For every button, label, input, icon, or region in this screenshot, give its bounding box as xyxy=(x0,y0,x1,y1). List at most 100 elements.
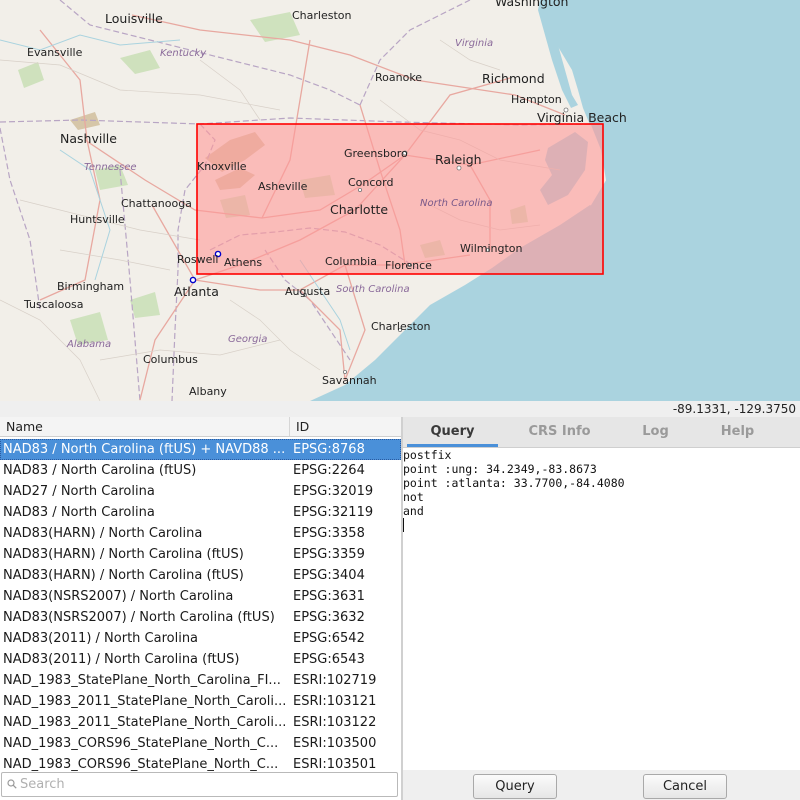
label-tuscaloosa: Tuscaloosa xyxy=(23,298,84,311)
crs-id-cell: ESRI:103122 xyxy=(293,715,377,730)
crs-name-cell: NAD_1983_CORS96_StatePlane_North_C... xyxy=(3,736,279,751)
crs-name-cell: NAD83(HARN) / North Carolina xyxy=(3,526,203,541)
marker-atlanta-icon xyxy=(189,276,197,284)
table-row[interactable]: NAD83(NSRS2007) / North Carolina EPSG:363… xyxy=(0,586,401,607)
crs-id-cell: ESRI:103500 xyxy=(293,736,377,751)
crs-name-cell: NAD83(2011) / North Carolina (ftUS) xyxy=(3,652,240,667)
crs-name-cell: NAD83(HARN) / North Carolina (ftUS) xyxy=(3,568,244,583)
crs-id-cell: ESRI:102719 xyxy=(293,673,377,688)
label-alabama: Alabama xyxy=(66,339,111,350)
crs-table-body: NAD83 / North Carolina (ftUS) + NAVD88 .… xyxy=(0,439,401,775)
label-concord: Concord xyxy=(348,176,393,189)
crs-name-cell: NAD_1983_2011_StatePlane_North_Caroli... xyxy=(3,715,287,730)
table-row[interactable]: NAD27 / North Carolina EPSG:32019 xyxy=(0,481,401,502)
label-virginia: Virginia xyxy=(455,38,493,49)
label-augusta: Augusta xyxy=(285,285,330,298)
label-atlanta: Atlanta xyxy=(174,284,219,299)
table-row[interactable]: NAD83(HARN) / North Carolina (ftUS) EPSG:… xyxy=(0,544,401,565)
search-field[interactable] xyxy=(1,772,398,797)
label-albany: Albany xyxy=(189,385,227,398)
label-virginia-beach: Virginia Beach xyxy=(537,110,627,125)
column-header-name[interactable]: Name xyxy=(0,417,290,436)
map-canvas[interactable]: Louisville Charleston Washington Evansvi… xyxy=(0,0,800,401)
label-huntsville: Huntsville xyxy=(70,213,125,226)
editor-line: point :ung: 34.2349,-83.8673 xyxy=(403,462,597,476)
tab-crs-info[interactable]: CRS Info xyxy=(510,417,609,447)
table-row[interactable]: NAD83(2011) / North Carolina (ftUS) EPSG:… xyxy=(0,649,401,670)
crs-id-cell: EPSG:6543 xyxy=(293,652,365,667)
label-columbus: Columbus xyxy=(143,353,198,366)
label-athens: Athens xyxy=(224,256,262,269)
label-south-carolina: South Carolina xyxy=(336,284,410,295)
table-row[interactable]: NAD83(HARN) / North Carolina EPSG:3358 xyxy=(0,523,401,544)
label-knoxville: Knoxville xyxy=(197,160,247,173)
table-row[interactable]: NAD_1983_CORS96_StatePlane_North_C... ESR… xyxy=(0,733,401,754)
tab-bar: Query CRS Info Log Help xyxy=(403,417,800,448)
label-columbia: Columbia xyxy=(325,255,377,268)
crs-name-cell: NAD83 / North Carolina (ftUS) + NAVD88 .… xyxy=(3,442,286,457)
table-row[interactable]: NAD_1983_2011_StatePlane_North_Caroli...… xyxy=(0,712,401,733)
table-row[interactable]: NAD_1983_StatePlane_North_Carolina_FI...… xyxy=(0,670,401,691)
crs-id-cell: EPSG:32119 xyxy=(293,505,374,520)
crs-id-cell: EPSG:3358 xyxy=(293,526,365,541)
tab-query[interactable]: Query xyxy=(403,417,502,447)
table-row[interactable]: NAD83 / North Carolina (ftUS) + NAVD88 .… xyxy=(0,439,401,460)
label-north-carolina: North Carolina xyxy=(420,198,493,209)
button-row: Query Cancel xyxy=(403,770,800,800)
editor-line: not xyxy=(403,490,424,504)
tab-help[interactable]: Help xyxy=(688,417,787,447)
table-row[interactable]: NAD83 / North Carolina EPSG:32119 xyxy=(0,502,401,523)
crs-id-cell: EPSG:2264 xyxy=(293,463,365,478)
crs-id-cell: EPSG:32019 xyxy=(293,484,374,499)
crs-name-cell: NAD_1983_StatePlane_North_Carolina_FI... xyxy=(3,673,281,688)
cursor-coordinates: -89.1331, -129.3750 xyxy=(672,402,796,416)
label-greensboro: Greensboro xyxy=(344,147,408,160)
label-asheville: Asheville xyxy=(258,180,308,193)
crs-name-cell: NAD83 / North Carolina xyxy=(3,505,155,520)
query-button[interactable]: Query xyxy=(473,774,557,799)
label-nashville: Nashville xyxy=(60,131,117,146)
label-richmond: Richmond xyxy=(482,71,545,86)
label-georgia: Georgia xyxy=(228,334,267,345)
label-florence: Florence xyxy=(385,259,432,272)
crs-name-cell: NAD83 / North Carolina (ftUS) xyxy=(3,463,197,478)
crs-id-cell: EPSG:3631 xyxy=(293,589,365,604)
label-tennessee: Tennessee xyxy=(84,162,137,173)
cancel-button[interactable]: Cancel xyxy=(643,774,727,799)
crs-name-cell: NAD83(2011) / North Carolina xyxy=(3,631,199,646)
label-charleston-wv: Charleston xyxy=(292,9,352,22)
label-washington: Washington xyxy=(495,0,568,9)
crs-id-cell: EPSG:3359 xyxy=(293,547,365,562)
crs-name-cell: NAD83(HARN) / North Carolina (ftUS) xyxy=(3,547,244,562)
search-input[interactable] xyxy=(20,775,390,794)
label-charlotte: Charlotte xyxy=(330,202,388,217)
table-row[interactable]: NAD_1983_2011_StatePlane_North_Caroli...… xyxy=(0,691,401,712)
label-evansville: Evansville xyxy=(27,46,83,59)
crs-id-cell: EPSG:3632 xyxy=(293,610,365,625)
text-caret xyxy=(403,518,404,532)
label-roswell: Roswell xyxy=(177,253,219,266)
label-wilmington: Wilmington xyxy=(460,242,523,255)
table-row[interactable]: NAD83(NSRS2007) / North Carolina (ftUS) E… xyxy=(0,607,401,628)
label-savannah: Savannah xyxy=(322,374,377,387)
label-louisville: Louisville xyxy=(105,11,163,26)
crs-name-cell: NAD_1983_2011_StatePlane_North_Caroli... xyxy=(3,694,287,709)
query-panel: Query CRS Info Log Help postfix point :u… xyxy=(403,417,800,800)
label-chattanooga: Chattanooga xyxy=(121,197,192,210)
map-view[interactable]: Louisville Charleston Washington Evansvi… xyxy=(0,0,800,401)
crs-list-panel: Name ID NAD83 / North Carolina (ftUS) + … xyxy=(0,417,401,800)
label-charleston-sc: Charleston xyxy=(371,320,431,333)
coordinates-bar: -89.1331, -129.3750 xyxy=(0,401,800,418)
search-icon xyxy=(7,779,17,789)
editor-line: and xyxy=(403,504,424,518)
table-row[interactable]: NAD83(2011) / North Carolina EPSG:6542 xyxy=(0,628,401,649)
label-birmingham: Birmingham xyxy=(57,280,124,293)
table-row[interactable]: NAD83 / North Carolina (ftUS) EPSG:2264 xyxy=(0,460,401,481)
table-row[interactable]: NAD83(HARN) / North Carolina (ftUS) EPSG:… xyxy=(0,565,401,586)
label-roanoke: Roanoke xyxy=(375,71,422,84)
crs-id-cell: EPSG:6542 xyxy=(293,631,365,646)
crs-name-cell: NAD27 / North Carolina xyxy=(3,484,155,499)
query-editor[interactable]: postfix point :ung: 34.2349,-83.8673 poi… xyxy=(403,448,800,770)
column-header-id[interactable]: ID xyxy=(290,417,401,436)
label-raleigh: Raleigh xyxy=(435,152,482,167)
